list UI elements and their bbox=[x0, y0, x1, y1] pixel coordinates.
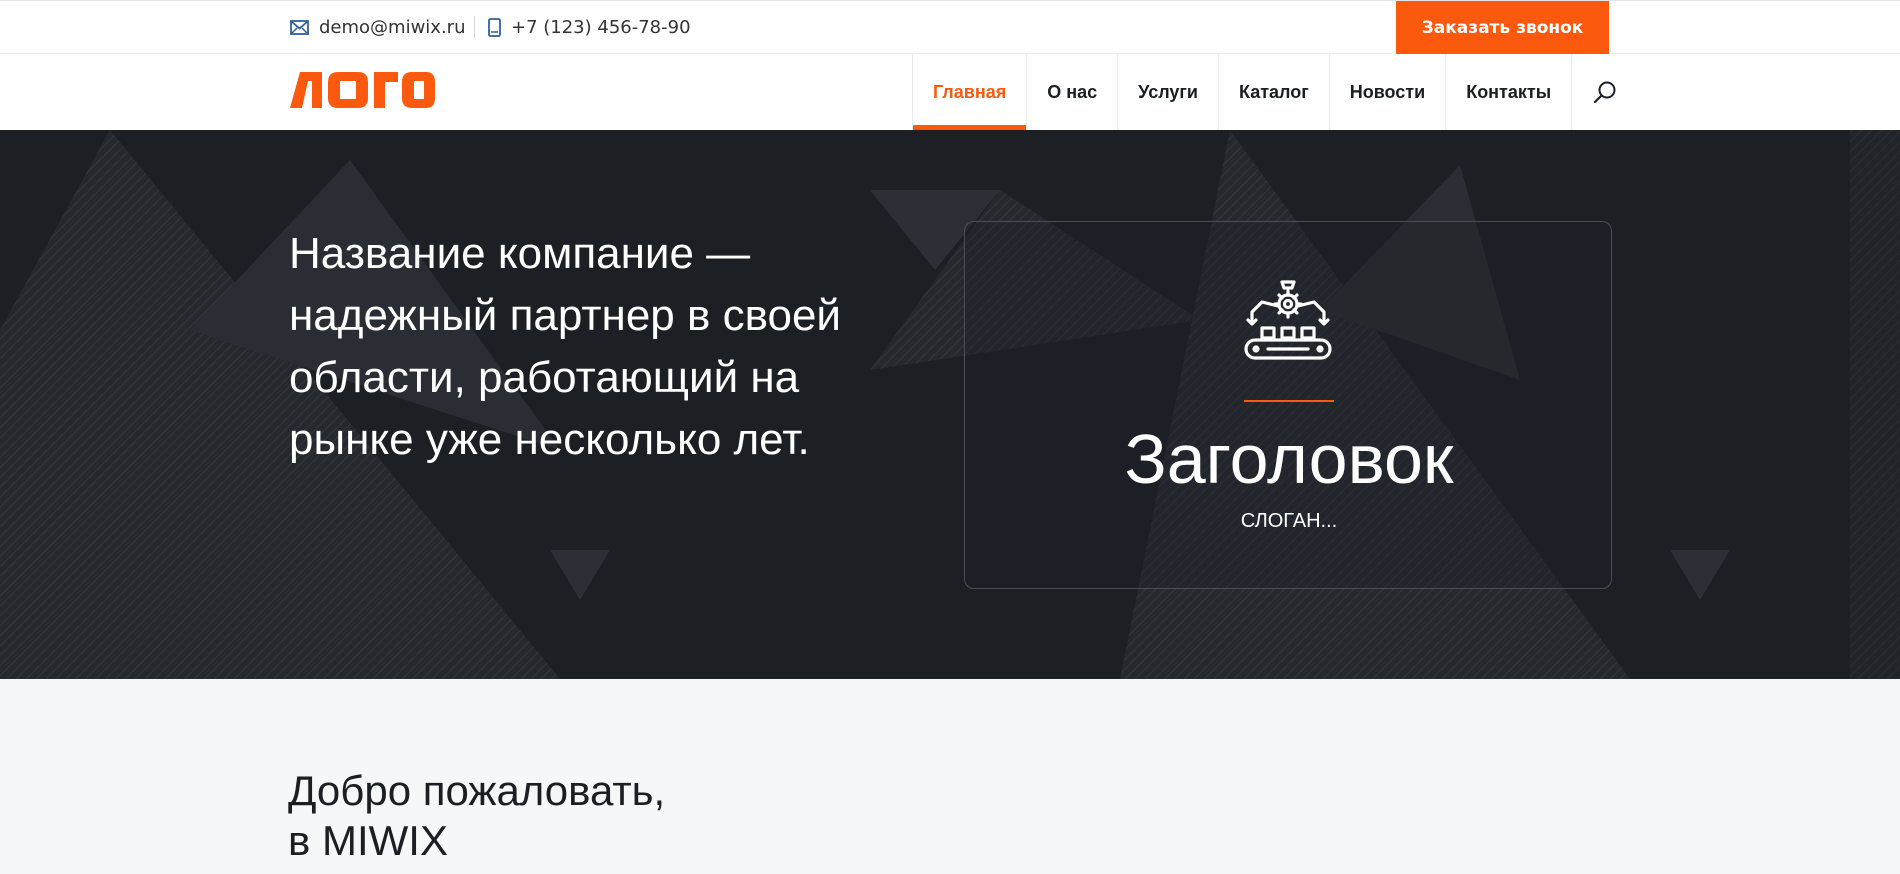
welcome-line-1: Добро пожаловать, bbox=[288, 767, 666, 814]
email-contact[interactable]: demo@miwix.ru bbox=[290, 15, 466, 39]
envelope-icon bbox=[290, 19, 309, 35]
search-button[interactable] bbox=[1571, 54, 1637, 130]
phone-text: +7 (123) 456-78-90 bbox=[511, 16, 691, 38]
search-icon bbox=[1593, 81, 1616, 104]
nav-contacts[interactable]: Контакты bbox=[1445, 54, 1571, 130]
card-title: Заголовок bbox=[1124, 420, 1454, 498]
robot-conveyor-icon bbox=[1244, 280, 1332, 360]
hero-section: Название компание — надежный партнер в с… bbox=[0, 130, 1900, 679]
order-call-button[interactable]: Заказать звонок bbox=[1396, 1, 1609, 54]
nav-about[interactable]: О нас bbox=[1026, 54, 1117, 130]
card-accent-line bbox=[1244, 400, 1334, 402]
phone-contact[interactable]: +7 (123) 456-78-90 bbox=[488, 15, 691, 39]
card-slogan: СЛОГАН... bbox=[1240, 510, 1338, 532]
nav-home[interactable]: Главная bbox=[912, 54, 1027, 130]
welcome-line-2: в MIWIX bbox=[288, 817, 448, 864]
hero-background-pattern bbox=[0, 130, 1900, 679]
nav-services[interactable]: Услуги bbox=[1117, 54, 1218, 130]
email-text: demo@miwix.ru bbox=[319, 16, 466, 38]
hero-tagline: Название компание — надежный партнер в с… bbox=[289, 229, 841, 464]
nav-news[interactable]: Новости bbox=[1328, 54, 1445, 130]
top-bar: demo@miwix.ru +7 (123) 456-78-90 Заказат… bbox=[0, 0, 1900, 54]
mobile-phone-icon bbox=[488, 17, 501, 37]
main-nav: Главная О нас Услуги Каталог Новости Кон… bbox=[912, 54, 1637, 130]
hero-card: Заголовок СЛОГАН... bbox=[964, 221, 1612, 589]
contact-divider bbox=[474, 16, 475, 38]
main-header: Главная О нас Услуги Каталог Новости Кон… bbox=[0, 54, 1900, 130]
site-logo[interactable] bbox=[288, 68, 436, 117]
welcome-heading: Добро пожаловать, в MIWIX bbox=[288, 766, 665, 866]
nav-catalog[interactable]: Каталог bbox=[1217, 54, 1329, 130]
